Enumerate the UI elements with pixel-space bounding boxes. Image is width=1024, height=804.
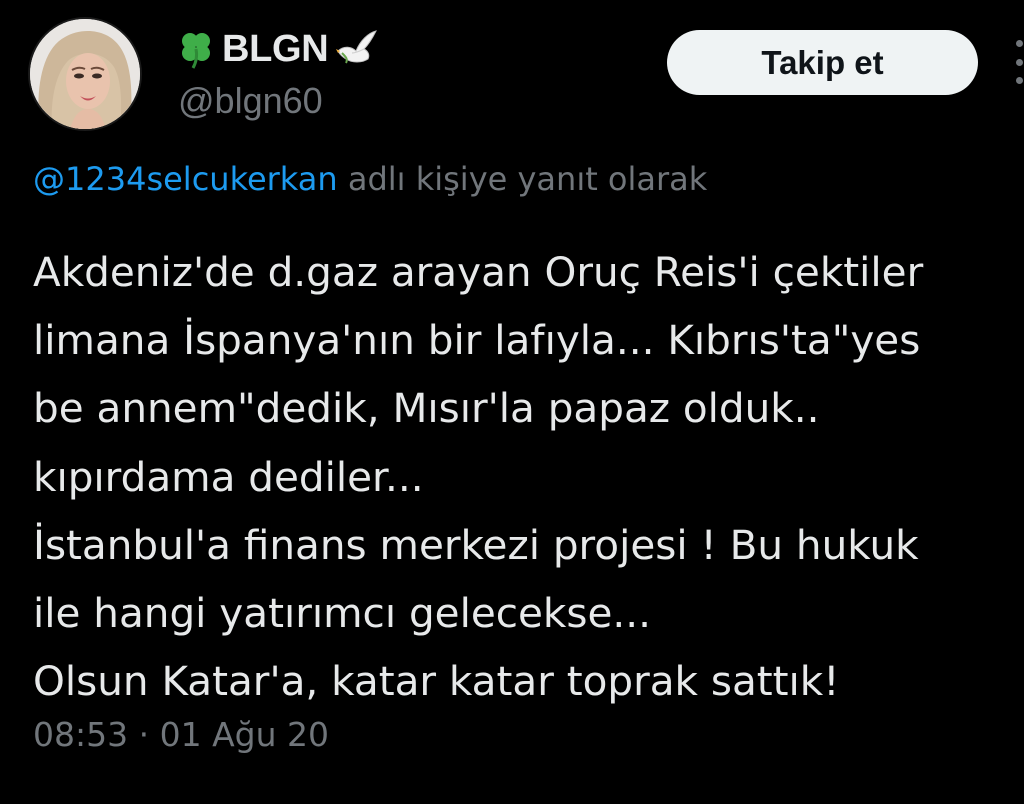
tweet-text-line: be annem"dedik, Mısır'la papaz olduk..	[33, 384, 820, 433]
reply-mention-link[interactable]: @1234selcukerkan	[33, 160, 338, 198]
tweet-text: Akdeniz'de d.gaz arayan Oruç Reis'i çekt…	[33, 238, 1024, 715]
tweet-date: 01 Ağu 20	[159, 715, 330, 754]
reply-context: @1234selcukerkan adlı kişiye yanıt olara…	[33, 160, 707, 198]
follow-button[interactable]: Takip et	[667, 30, 978, 95]
more-options-icon[interactable]	[1012, 40, 1024, 84]
author-name-row[interactable]: BLGN	[176, 24, 378, 74]
meta-separator: ·	[138, 715, 150, 754]
more-dot	[1015, 77, 1023, 84]
avatar-image	[30, 19, 140, 129]
tweet-time: 08:53	[33, 715, 129, 754]
more-dot	[1015, 40, 1023, 47]
tweet-timestamp[interactable]: 08:53 · 01 Ağu 20	[33, 715, 329, 754]
tweet-text-line: İstanbul'a finans merkezi projesi ! Bu h…	[33, 520, 919, 569]
display-name: BLGN	[222, 27, 329, 70]
dove-icon	[334, 29, 378, 69]
tweet-text-line: Olsun Katar'a, katar katar toprak sattık…	[33, 657, 840, 706]
tweet-text-line: limana İspanya'nın bir lafıyla... Kıbrıs…	[33, 316, 921, 365]
tweet-text-line: kıpırdama dediler...	[33, 452, 424, 501]
tweet-text-line: ile hangi yatırımcı gelecekse...	[33, 588, 652, 637]
author-handle[interactable]: @blgn60	[178, 80, 323, 122]
more-dot	[1015, 58, 1023, 66]
four-leaf-clover-icon	[176, 29, 216, 69]
tweet-text-line: Akdeniz'de d.gaz arayan Oruç Reis'i çekt…	[33, 248, 924, 296]
reply-context-text: adlı kişiye yanıt olarak	[347, 160, 708, 198]
avatar[interactable]	[30, 19, 140, 129]
